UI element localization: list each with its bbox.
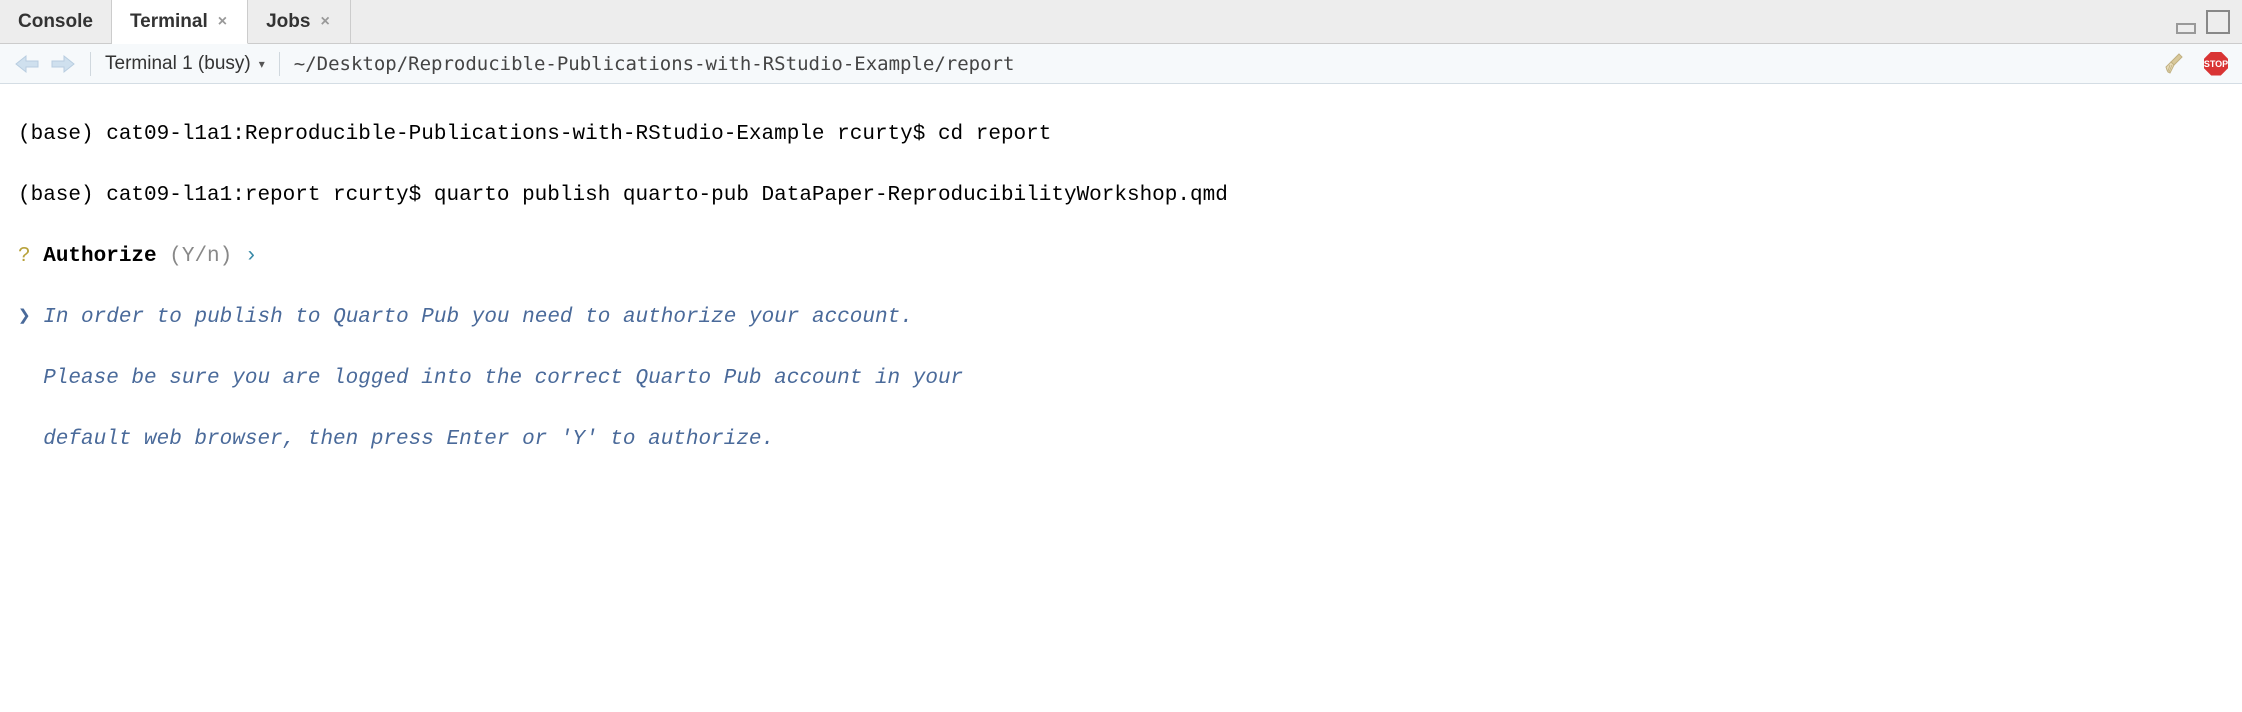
terminal-selector-label: Terminal 1 (busy) [105, 53, 251, 75]
terminal-info-line: Please be sure you are logged into the c… [18, 364, 2224, 394]
terminal-toolbar: Terminal 1 (busy) ▾ ~/Desktop/Reproducib… [0, 44, 2242, 84]
clear-icon[interactable] [2162, 51, 2188, 77]
terminal-line: (base) cat09-l1a1:Reproducible-Publicati… [18, 120, 2224, 150]
tab-console-label: Console [18, 11, 93, 33]
tab-terminal[interactable]: Terminal × [112, 0, 248, 44]
tab-bar: Console Terminal × Jobs × [0, 0, 2242, 44]
toolbar-divider [279, 52, 280, 76]
tab-jobs-label: Jobs [266, 11, 310, 33]
stop-label: STOP [2204, 59, 2228, 69]
forward-arrow-icon[interactable] [50, 53, 76, 75]
nav-arrows [14, 53, 76, 75]
window-controls [2176, 0, 2242, 43]
maximize-icon[interactable] [2206, 10, 2230, 34]
terminal-prompt-line: ? Authorize (Y/n) › [18, 242, 2224, 272]
terminal-line: (base) cat09-l1a1:report rcurty$ quarto … [18, 181, 2224, 211]
tab-jobs[interactable]: Jobs × [248, 0, 351, 43]
minimize-icon[interactable] [2176, 16, 2202, 34]
tab-terminal-label: Terminal [130, 11, 208, 33]
terminal-output[interactable]: (base) cat09-l1a1:Reproducible-Publicati… [0, 84, 2242, 492]
chevron-down-icon: ▾ [259, 57, 265, 71]
terminal-selector[interactable]: Terminal 1 (busy) ▾ [105, 53, 265, 75]
stop-button[interactable]: STOP [2204, 52, 2228, 76]
info-text: In order to publish to Quarto Pub you ne… [43, 306, 913, 329]
close-icon[interactable]: × [216, 13, 229, 31]
close-icon[interactable]: × [318, 13, 331, 31]
back-arrow-icon[interactable] [14, 53, 40, 75]
tab-console[interactable]: Console [0, 0, 112, 43]
prompt-caret: › [232, 245, 257, 268]
yn-hint: (Y/n) [169, 245, 232, 268]
terminal-info-line: default web browser, then press Enter or… [18, 425, 2224, 455]
question-mark-icon: ? [18, 245, 31, 268]
working-directory-path: ~/Desktop/Reproducible-Publications-with… [294, 53, 1015, 75]
authorize-label: Authorize [31, 245, 170, 268]
info-caret-icon: ❯ [18, 306, 43, 329]
terminal-info-line: ❯ In order to publish to Quarto Pub you … [18, 303, 2224, 333]
toolbar-divider [90, 52, 91, 76]
